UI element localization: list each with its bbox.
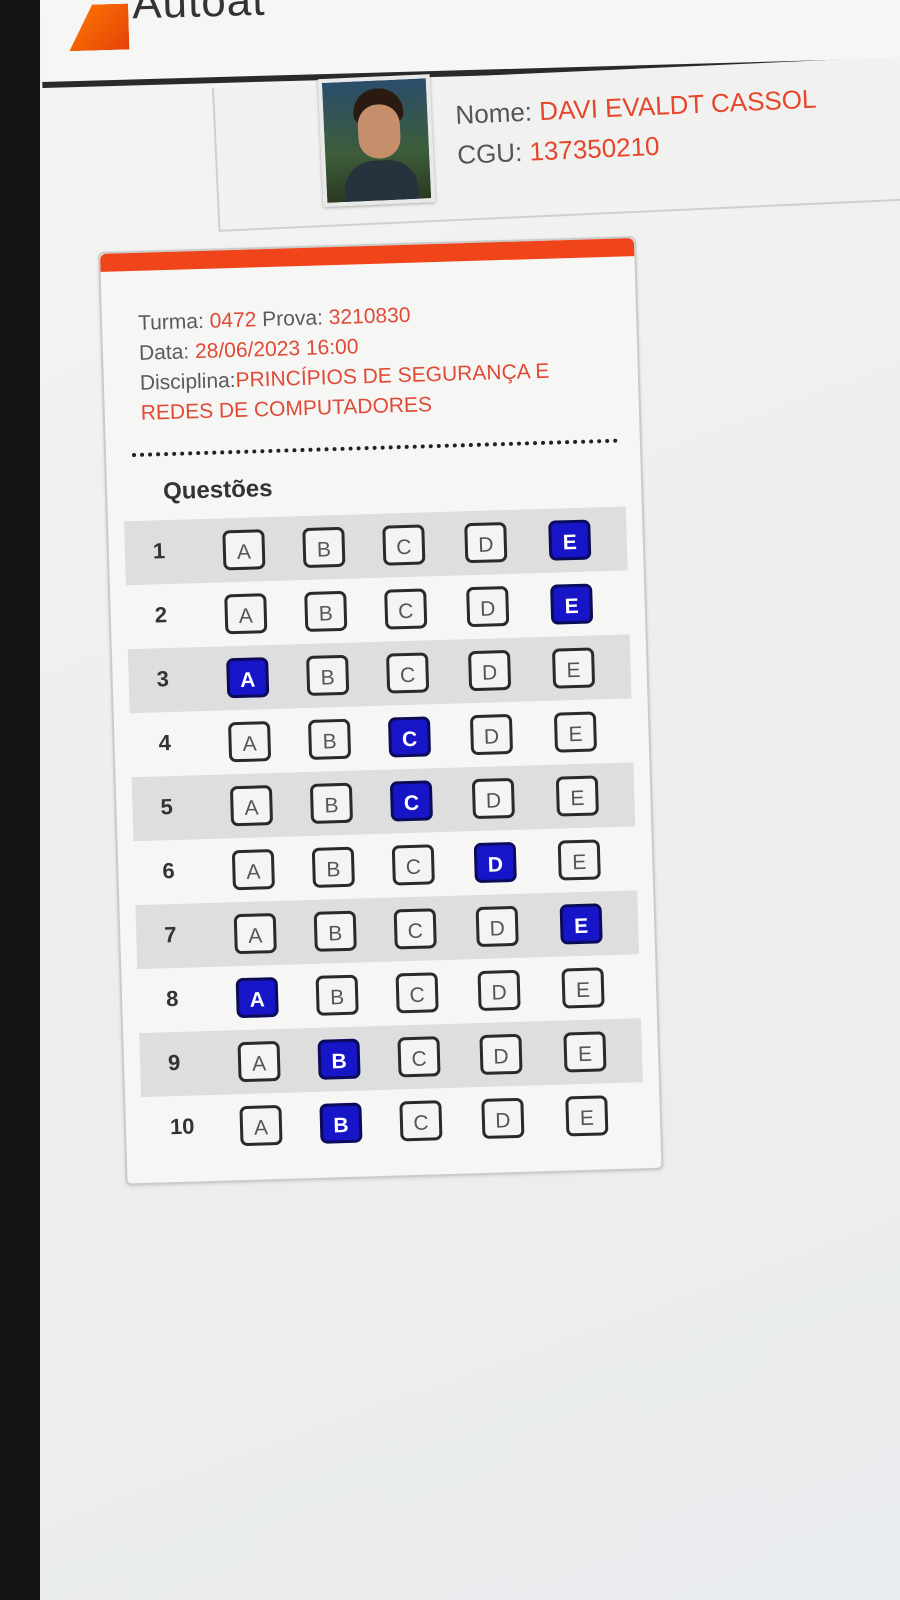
option-e-button[interactable]: E: [559, 903, 603, 945]
option-c-button[interactable]: C: [389, 780, 434, 822]
question-number: 9: [167, 1049, 181, 1076]
question-number: 8: [165, 985, 179, 1012]
card-accent-bar: [100, 238, 635, 272]
option-d-button[interactable]: D: [466, 585, 510, 628]
prova-label: Prova:: [261, 306, 324, 332]
student-profile: Nome: DAVI EVALDT CASSOL CGU: 137350210: [212, 56, 900, 232]
option-b-button[interactable]: B: [307, 718, 352, 760]
option-a-button[interactable]: A: [231, 849, 275, 891]
option-b-button[interactable]: B: [313, 910, 357, 952]
option-a-button[interactable]: A: [222, 529, 266, 571]
question-row: 10 A B C D E: [141, 1082, 645, 1161]
turma-label: Turma:: [137, 309, 205, 335]
option-d-button[interactable]: D: [473, 841, 517, 884]
question-number: 10: [169, 1113, 195, 1140]
option-e-button[interactable]: E: [550, 583, 594, 625]
question-number: 4: [158, 730, 172, 756]
option-d-button[interactable]: D: [475, 905, 519, 948]
disciplina-value-line2: REDES DE COMPUTADORES: [140, 393, 433, 425]
logo-icon: [68, 4, 129, 52]
option-a-button[interactable]: A: [228, 721, 272, 763]
option-c-button[interactable]: C: [382, 524, 426, 566]
logo-text: Autoat: [131, 0, 266, 29]
student-name: DAVI EVALDT CASSOL: [538, 83, 818, 127]
option-d-button[interactable]: D: [477, 969, 521, 1012]
option-d-button[interactable]: D: [469, 713, 514, 756]
disciplina-value-line1: PRINCÍPIOS DE SEGURANÇA E: [235, 359, 550, 392]
option-e-button[interactable]: E: [565, 1095, 609, 1137]
option-c-button[interactable]: C: [387, 716, 432, 758]
option-a-button[interactable]: A: [224, 593, 268, 635]
avatar: [317, 74, 436, 208]
disciplina-label: Disciplina:: [139, 368, 236, 395]
option-d-button[interactable]: D: [481, 1097, 525, 1139]
data-label: Data:: [138, 340, 190, 365]
option-d-button[interactable]: D: [464, 522, 508, 564]
student-cgu: 137350210: [528, 130, 661, 167]
questions-title: Questões: [162, 474, 273, 506]
option-a-button[interactable]: A: [233, 913, 277, 955]
option-c-button[interactable]: C: [393, 908, 437, 950]
option-d-button[interactable]: D: [468, 649, 512, 692]
option-a-button[interactable]: A: [226, 657, 270, 699]
option-e-button[interactable]: E: [561, 967, 605, 1009]
option-b-button[interactable]: B: [315, 974, 359, 1016]
option-e-button[interactable]: E: [555, 775, 599, 817]
name-label: Nome:: [454, 96, 533, 130]
cgu-label: CGU:: [456, 137, 523, 170]
question-number: 2: [154, 602, 168, 628]
option-e-button[interactable]: E: [551, 647, 596, 689]
question-number: 6: [162, 858, 176, 884]
option-a-button[interactable]: A: [235, 976, 279, 1019]
option-c-button[interactable]: C: [384, 588, 428, 630]
option-c-button[interactable]: C: [386, 652, 430, 694]
option-c-button[interactable]: C: [399, 1100, 443, 1142]
exam-card: Turma: 0472 Prova: 3210830 Data: 28/06/2…: [98, 236, 664, 1186]
option-a-button[interactable]: A: [237, 1040, 281, 1083]
prova-value: 3210830: [328, 303, 411, 330]
option-a-button[interactable]: A: [239, 1104, 283, 1147]
question-number: 7: [163, 921, 177, 948]
questions-list: 1ABCDE2ABCDE3ABCDE4ABCDE5ABCDE6ABCDE7ABC…: [124, 506, 645, 1161]
option-d-button[interactable]: D: [479, 1033, 523, 1076]
option-b-button[interactable]: B: [319, 1102, 363, 1144]
option-e-button[interactable]: E: [557, 839, 601, 881]
option-b-button[interactable]: B: [309, 782, 354, 824]
exam-info: Turma: 0472 Prova: 3210830 Data: 28/06/2…: [138, 295, 611, 429]
option-a-button[interactable]: A: [229, 785, 274, 827]
option-c-button[interactable]: C: [395, 972, 439, 1014]
option-b-button[interactable]: B: [306, 654, 350, 696]
turma-value: 0472: [209, 308, 257, 333]
option-b-button[interactable]: B: [311, 846, 355, 888]
option-e-button[interactable]: E: [553, 711, 598, 753]
option-e-button[interactable]: E: [548, 519, 592, 561]
option-b-button[interactable]: B: [317, 1038, 361, 1080]
option-c-button[interactable]: C: [397, 1036, 441, 1078]
question-number: 3: [156, 666, 170, 692]
option-b-button[interactable]: B: [304, 590, 348, 633]
screen: Autoat Nome: DAVI EVALDT CASSOL CGU: 137…: [40, 0, 900, 1600]
option-c-button[interactable]: C: [391, 844, 435, 886]
option-e-button[interactable]: E: [563, 1031, 607, 1073]
dotted-divider: [131, 438, 618, 458]
question-number: 5: [160, 794, 174, 820]
data-value: 28/06/2023 16:00: [194, 335, 359, 364]
question-number: 1: [152, 538, 166, 564]
option-d-button[interactable]: D: [471, 777, 515, 820]
option-b-button[interactable]: B: [302, 526, 346, 569]
